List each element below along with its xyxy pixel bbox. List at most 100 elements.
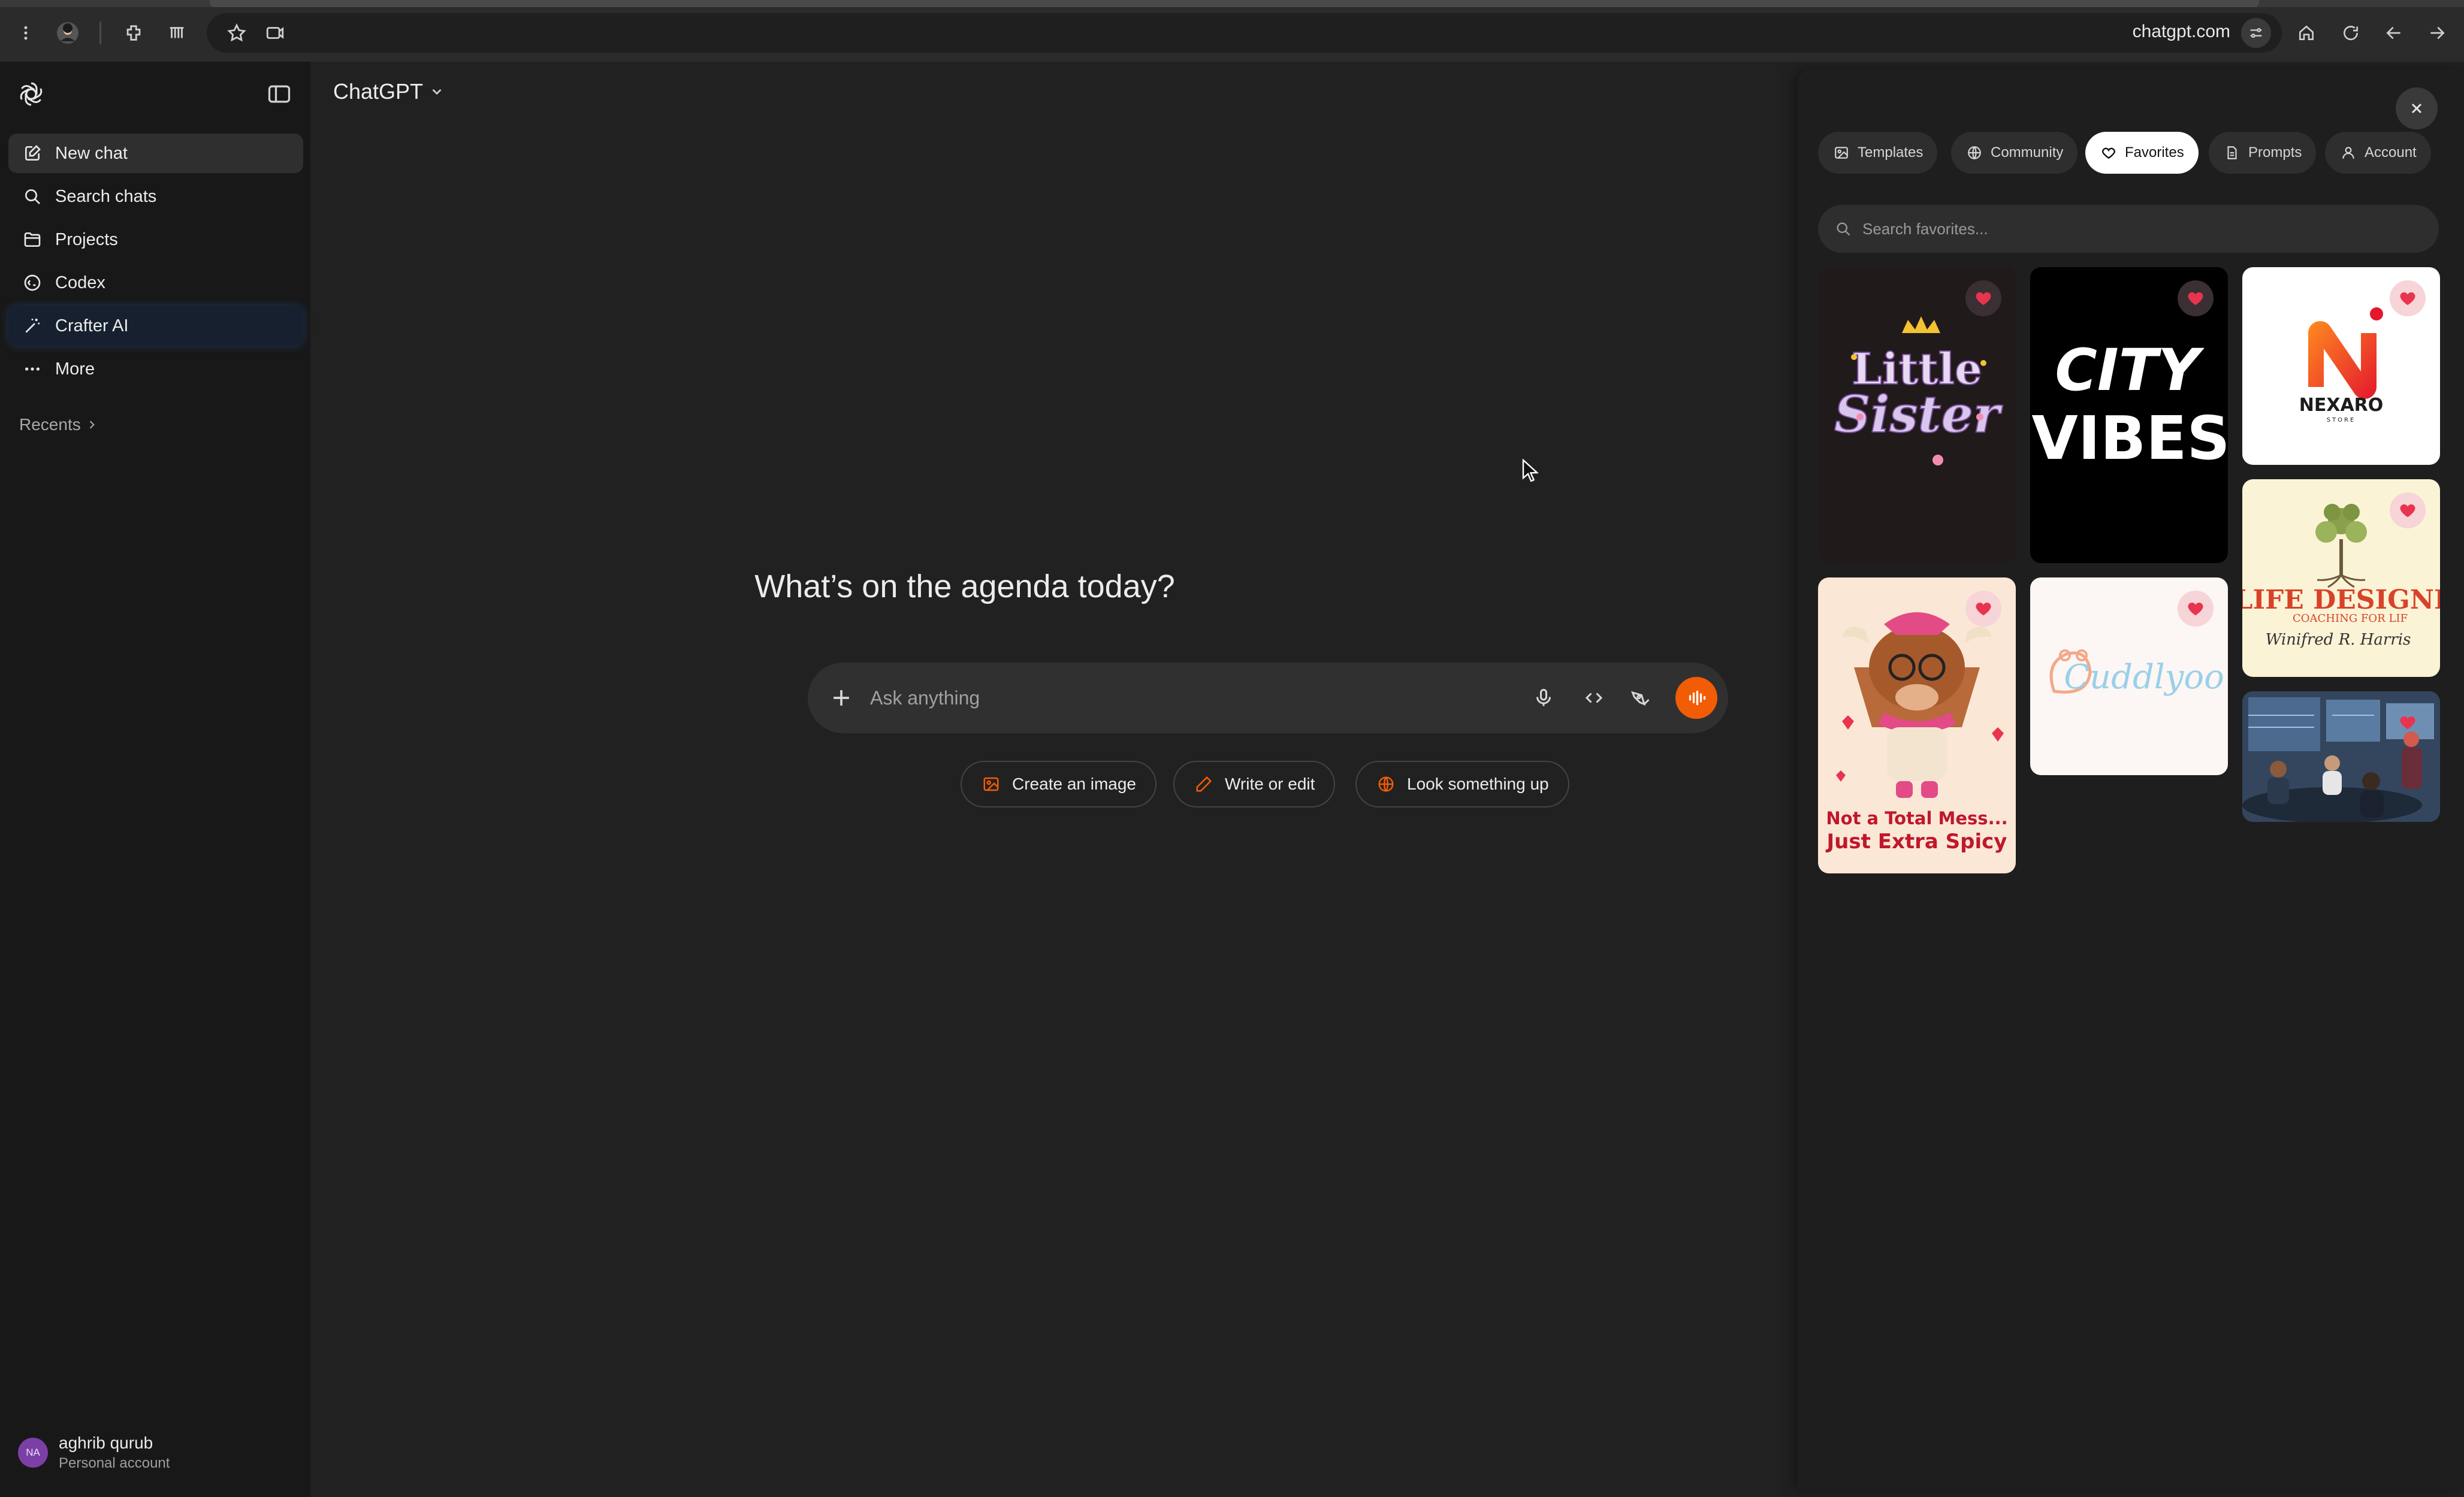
- user-account-menu[interactable]: NA aghrib qurub Personal account: [18, 1434, 170, 1472]
- tab-favorites[interactable]: Favorites: [2085, 132, 2199, 174]
- tab-label: Favorites: [2125, 144, 2184, 161]
- unfavorite-button[interactable]: [1965, 280, 2001, 316]
- sidebar-item-codex[interactable]: Codex: [8, 263, 303, 303]
- sidebar-item-more[interactable]: More: [8, 349, 303, 389]
- sidebar-item-projects[interactable]: Projects: [8, 220, 303, 259]
- unfavorite-button[interactable]: [1965, 591, 2001, 627]
- favorite-card-life-designer[interactable]: LIFE DESIGNE COACHING FOR LIF Winifred R…: [2242, 479, 2440, 677]
- sidebar-toggle-icon[interactable]: [266, 81, 292, 107]
- voice-mode-button[interactable]: [1675, 677, 1717, 719]
- add-attachment-icon[interactable]: [828, 685, 854, 711]
- site-settings-icon[interactable]: [2241, 18, 2271, 48]
- audio-waveform-icon: [1689, 690, 1706, 706]
- tab-prompts[interactable]: Prompts: [2209, 132, 2317, 174]
- sidebar-item-search-chats[interactable]: Search chats: [8, 177, 303, 216]
- look-something-up-button[interactable]: Look something up: [1355, 761, 1569, 808]
- chevron-right-icon: [89, 421, 95, 429]
- url-text[interactable]: chatgpt.com: [2133, 22, 2230, 42]
- extensions-icon[interactable]: [120, 19, 147, 47]
- unfavorite-button[interactable]: [2178, 280, 2214, 316]
- favorite-card-meeting-photo[interactable]: [2242, 691, 2440, 822]
- favorite-card-cuddlyoo[interactable]: Cuddlyoo: [2030, 577, 2228, 775]
- back-arrow-icon[interactable]: [2380, 19, 2408, 47]
- pencil-icon: [1194, 774, 1214, 794]
- mouse-cursor-icon: [1522, 459, 1539, 482]
- reload-icon[interactable]: [2337, 19, 2365, 47]
- microphone-icon[interactable]: [1530, 685, 1557, 711]
- home-icon[interactable]: [2293, 19, 2320, 47]
- city-vibes-line2: VIBES: [2031, 403, 2228, 473]
- search-icon: [22, 186, 43, 207]
- more-dots-icon: [22, 358, 43, 380]
- bookmark-star-icon[interactable]: [223, 19, 250, 47]
- active-tab-indicator: [210, 0, 2259, 7]
- life-designer-signature: Winifred R. Harris: [2266, 631, 2411, 649]
- sidebar-item-label: More: [55, 359, 95, 379]
- close-icon: [2411, 103, 2422, 114]
- forward-arrow-icon[interactable]: [2423, 19, 2451, 47]
- user-icon: [2339, 144, 2357, 162]
- favorite-card-highland-cow[interactable]: Not a Total Mess... Just Extra Spicy: [1818, 577, 2016, 873]
- favorite-card-little-sister[interactable]: Little Sister: [1818, 267, 2016, 563]
- close-panel-button[interactable]: [2396, 87, 2438, 129]
- recents-label: Recents: [19, 415, 81, 434]
- chip-label: Create an image: [1012, 775, 1137, 793]
- openai-logo-icon[interactable]: [17, 80, 46, 108]
- create-image-button[interactable]: Create an image: [961, 761, 1157, 808]
- city-vibes-line1: CITY: [2055, 337, 2205, 404]
- codex-icon: [22, 272, 43, 294]
- favorite-card-nexaro[interactable]: NEXARO STORE: [2242, 267, 2440, 465]
- favorites-search-input[interactable]: [1862, 219, 2402, 238]
- tab-label: Account: [2365, 144, 2417, 161]
- code-icon[interactable]: [1581, 685, 1607, 711]
- search-icon: [1837, 222, 1850, 236]
- folder-icon: [22, 229, 43, 250]
- image-icon: [981, 774, 1001, 794]
- sidebar-item-crafter-ai[interactable]: Crafter AI: [8, 306, 303, 346]
- globe-icon: [1376, 774, 1396, 794]
- highland-cow-caption-line1: Not a Total Mess...: [1826, 808, 2007, 828]
- favorite-card-city-vibes[interactable]: CITY VIBES: [2030, 267, 2228, 563]
- heart-filled-icon: [2400, 504, 2415, 518]
- write-or-edit-button[interactable]: Write or edit: [1173, 761, 1336, 808]
- user-plan: Personal account: [59, 1455, 170, 1471]
- profile-avatar-icon[interactable]: [54, 19, 81, 47]
- chevron-down-icon: [432, 89, 442, 95]
- heart-filled-icon: [2188, 602, 2203, 616]
- composer: [808, 663, 1728, 733]
- model-name: ChatGPT: [333, 79, 424, 104]
- extension-puzzle-icon[interactable]: [163, 19, 191, 47]
- tab-label: Prompts: [2248, 144, 2302, 161]
- cuddlyoo-brand: Cuddlyoo: [2064, 658, 2224, 697]
- sidebar-item-new-chat[interactable]: New chat: [8, 134, 303, 173]
- address-bar[interactable]: [207, 13, 2282, 53]
- tab-account[interactable]: Account: [2325, 132, 2431, 174]
- pen-tool-icon[interactable]: [1627, 685, 1654, 711]
- globe-icon: [1965, 144, 1983, 162]
- sidebar-item-label: Projects: [55, 229, 118, 249]
- life-designer-tagline: COACHING FOR LIF: [2293, 612, 2408, 625]
- tab-label: Templates: [1858, 144, 1924, 161]
- sidebar: New chat Search chats Projects Codex Cra…: [0, 62, 310, 1497]
- tab-community[interactable]: Community: [1951, 132, 2078, 174]
- unfavorite-button[interactable]: [2390, 492, 2426, 528]
- sidebar-item-label: Search chats: [55, 186, 157, 206]
- prompt-input[interactable]: [870, 681, 1529, 715]
- page-title: What’s on the agenda today?: [754, 568, 1175, 604]
- magic-wand-icon: [22, 315, 43, 337]
- unfavorite-button[interactable]: [2178, 591, 2214, 627]
- unfavorite-button[interactable]: [2390, 280, 2426, 316]
- tab-templates[interactable]: Templates: [1818, 132, 1938, 174]
- recents-toggle[interactable]: Recents: [19, 415, 98, 434]
- browser-menu-icon[interactable]: [12, 19, 40, 47]
- nexaro-brand: NEXARO: [2299, 395, 2384, 416]
- chip-label: Look something up: [1407, 775, 1549, 793]
- cast-extension-icon[interactable]: [261, 19, 289, 47]
- sidebar-item-label: New chat: [55, 143, 128, 163]
- unfavorite-button[interactable]: [2390, 704, 2426, 740]
- nexaro-tagline: STORE: [2327, 417, 2356, 424]
- toolbar-divider: [99, 22, 101, 44]
- heart-icon: [2100, 144, 2118, 162]
- model-selector[interactable]: ChatGPT: [333, 79, 445, 104]
- chip-label: Write or edit: [1225, 775, 1315, 793]
